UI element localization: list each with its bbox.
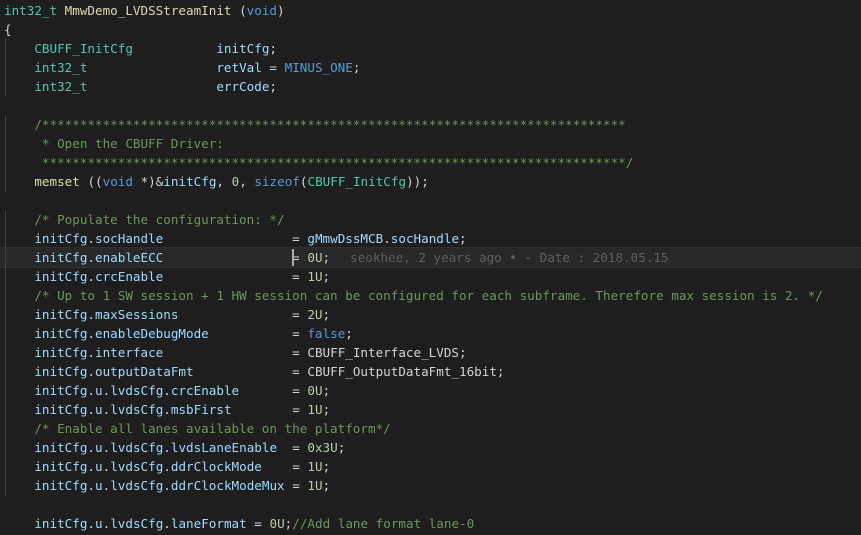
code-line[interactable]: int32_t retVal = MINUS_ONE; <box>0 57 861 77</box>
code-text: initCfg.u.lvdsCfg.crcEnable = 0U; <box>34 382 331 398</box>
code-line[interactable]: CBUFF_InitCfg initCfg; <box>0 38 861 58</box>
code-text: initCfg.outputDataFmt = CBUFF_OutputData… <box>34 363 505 379</box>
code-text: initCfg.enableDebugMode = false; <box>34 325 353 341</box>
code-text: /* Populate the configuration: */ <box>34 211 285 227</box>
code-line[interactable]: { <box>0 20 861 39</box>
code-line[interactable]: initCfg.u.lvdsCfg.msbFirst = 1U; <box>0 399 861 419</box>
code-line[interactable]: /* Populate the configuration: */ <box>0 209 861 229</box>
code-line[interactable]: initCfg.u.lvdsCfg.ddrClockMode = 1U; <box>0 456 861 476</box>
code-text: memset ((void *)&initCfg, 0, sizeof(CBUF… <box>34 173 429 189</box>
code-text: initCfg.u.lvdsCfg.laneFormat = 0U;//Add … <box>34 515 475 531</box>
code-text: initCfg.u.lvdsCfg.msbFirst = 1U; <box>34 401 331 417</box>
code-line[interactable]: initCfg.socHandle = gMmwDssMCB.socHandle… <box>0 228 861 248</box>
code-line[interactable]: ****************************************… <box>0 152 861 172</box>
code-text: initCfg.u.lvdsCfg.lvdsLaneEnable = 0x3U; <box>34 439 346 455</box>
code-line[interactable] <box>0 191 861 210</box>
code-text: initCfg.u.lvdsCfg.ddrClockModeMux = 1U; <box>34 477 331 493</box>
code-text: int32_t MmwDemo_LVDSStreamInit (void) <box>4 2 285 18</box>
code-line[interactable]: initCfg.enableDebugMode = false; <box>0 323 861 343</box>
code-line[interactable]: * Open the CBUFF Driver: <box>0 133 861 153</box>
code-line[interactable] <box>0 495 861 514</box>
code-text: /***************************************… <box>34 116 626 132</box>
code-line[interactable]: memset ((void *)&initCfg, 0, sizeof(CBUF… <box>0 171 861 191</box>
code-line[interactable]: initCfg.maxSessions = 2U; <box>0 304 861 324</box>
code-text: initCfg.interface = CBUFF_Interface_LVDS… <box>34 344 467 360</box>
code-text: CBUFF_InitCfg initCfg; <box>34 40 277 56</box>
git-blame-annotation: seokhee, 2 years ago • - Date : 2018.05.… <box>350 249 669 265</box>
code-line[interactable]: initCfg.u.lvdsCfg.crcEnable = 0U; <box>0 380 861 400</box>
code-text: * Open the CBUFF Driver: <box>4 135 224 151</box>
code-line[interactable]: initCfg.u.lvdsCfg.lvdsLaneEnable = 0x3U; <box>0 437 861 457</box>
code-text: /* Enable all lanes available on the pla… <box>34 420 391 436</box>
code-line[interactable]: initCfg.u.lvdsCfg.ddrClockModeMux = 1U; <box>0 475 861 495</box>
code-text: initCfg.crcEnable = 1U; <box>34 268 331 284</box>
code-line[interactable]: initCfg.outputDataFmt = CBUFF_OutputData… <box>0 361 861 381</box>
code-text: int32_t errCode; <box>34 78 277 94</box>
code-line[interactable]: int32_t MmwDemo_LVDSStreamInit (void) <box>0 1 861 20</box>
code-line[interactable] <box>0 96 861 115</box>
code-line[interactable]: /***************************************… <box>0 114 861 134</box>
text-cursor <box>292 248 295 266</box>
code-text: initCfg.socHandle = gMmwDssMCB.socHandle… <box>34 230 467 246</box>
code-text: initCfg.enableECC = 0U; seokhee, 2 years … <box>34 249 669 265</box>
code-text: initCfg.maxSessions = 2U; <box>34 306 331 322</box>
code-editor[interactable]: int32_t MmwDemo_LVDSStreamInit (void) { C… <box>0 0 861 535</box>
code-text: initCfg.u.lvdsCfg.ddrClockMode = 1U; <box>34 458 331 474</box>
code-text: /* Up to 1 SW session + 1 HW session can… <box>34 287 823 303</box>
code-line[interactable]: initCfg.u.lvdsCfg.laneFormat = 0U;//Add … <box>0 514 861 533</box>
code-line[interactable]: initCfg.interface = CBUFF_Interface_LVDS… <box>0 342 861 362</box>
code-line[interactable]: int32_t errCode; <box>0 76 861 96</box>
code-line[interactable]: initCfg.crcEnable = 1U; <box>0 266 861 286</box>
code-line[interactable]: /* Enable all lanes available on the pla… <box>0 418 861 438</box>
code-text: { <box>4 21 12 37</box>
code-text: ****************************************… <box>4 154 634 170</box>
code-line[interactable]: /* Up to 1 SW session + 1 HW session can… <box>0 285 861 305</box>
current-line[interactable]: initCfg.enableECC = 0U; seokhee, 2 years … <box>0 246 861 268</box>
code-text: int32_t retVal = MINUS_ONE; <box>34 59 361 75</box>
